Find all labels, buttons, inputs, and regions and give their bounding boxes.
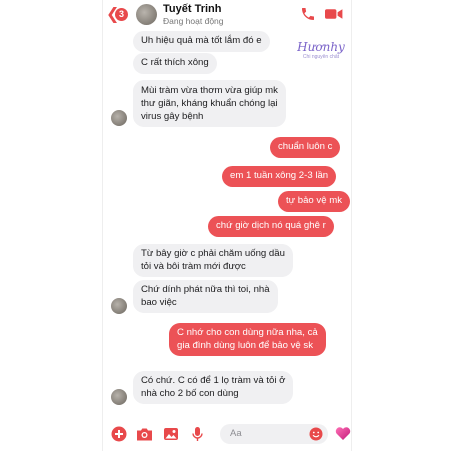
message-input[interactable]: Aa	[220, 424, 328, 444]
watermark-subtext: Chi nguyên chất	[302, 54, 340, 60]
incoming-message[interactable]: Mùi tràm vừa thơm vừa giúp mk thư giãn, …	[133, 80, 286, 127]
message-input-placeholder: Aa	[230, 428, 242, 439]
outgoing-message[interactable]: C nhớ cho con dùng nữa nha, cả gia đình …	[169, 323, 326, 356]
plus-icon[interactable]	[111, 426, 127, 442]
contact-name[interactable]: Tuyết Trinh	[163, 3, 221, 15]
heart-icon[interactable]	[335, 426, 351, 441]
sender-avatar[interactable]	[111, 110, 127, 126]
watermark-text: Hươnhy	[297, 40, 345, 54]
image-icon[interactable]	[163, 426, 179, 442]
watermark-logo: Hươnhy Chi nguyên chất	[293, 40, 349, 66]
incoming-message[interactable]: Từ bây giờ c phải chăm uống dầu tỏi và b…	[133, 244, 293, 277]
incoming-message[interactable]: Có chứ. C có để 1 lọ tràm và tỏi ở nhà c…	[133, 371, 294, 404]
sender-avatar[interactable]	[111, 298, 127, 314]
chat-screen: ❮ 3 Tuyết Trinh Đang hoạt động Hươnhy Ch…	[102, 0, 352, 451]
outgoing-message[interactable]: em 1 tuần xông 2-3 lần	[222, 166, 337, 187]
emoji-icon[interactable]	[309, 427, 323, 441]
phone-icon[interactable]	[300, 6, 316, 22]
incoming-message[interactable]: Uh hiệu quả mà tốt lắm đó e	[133, 31, 270, 52]
camera-icon[interactable]	[136, 426, 153, 442]
outgoing-message[interactable]: chuẩn luôn c	[270, 137, 341, 158]
unread-badge: 3	[115, 8, 128, 21]
incoming-message[interactable]: C rất thích xông	[133, 53, 217, 74]
contact-avatar[interactable]	[136, 4, 157, 25]
outgoing-message[interactable]: chứ giờ dịch nó quá ghê r	[208, 216, 334, 237]
outgoing-message[interactable]: tự bảo vệ mk	[278, 191, 351, 212]
mic-icon[interactable]	[191, 426, 204, 442]
sender-avatar[interactable]	[111, 389, 127, 405]
incoming-message[interactable]: Chứ dính phát nữa thì toi, nhà bao việc	[133, 280, 278, 313]
contact-status: Đang hoạt động	[163, 16, 224, 26]
chat-header: ❮ 3 Tuyết Trinh Đang hoạt động	[103, 0, 351, 30]
video-icon[interactable]	[325, 8, 343, 20]
